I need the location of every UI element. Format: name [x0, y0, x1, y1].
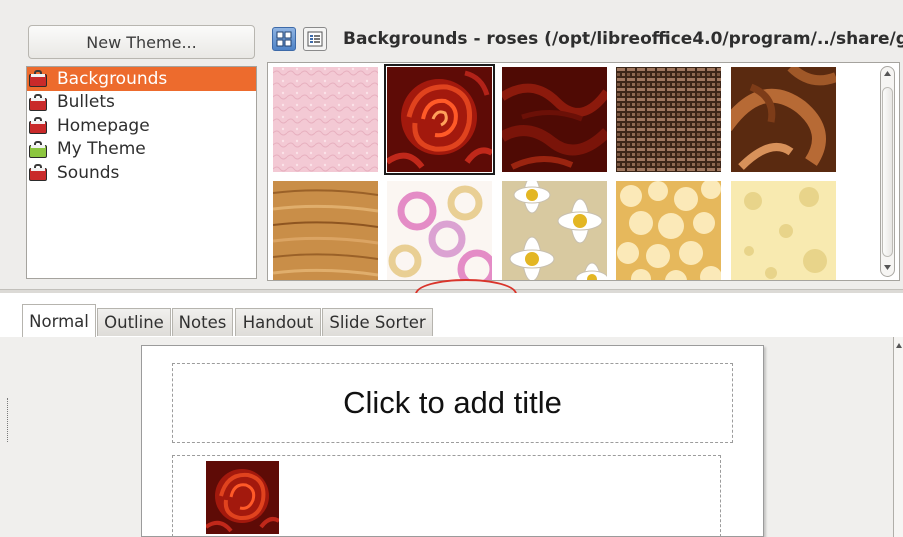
scroll-down-icon[interactable]	[884, 265, 891, 271]
theme-list[interactable]: Backgrounds Bullets Homepage My Theme So…	[26, 66, 257, 279]
red-gallery-icon	[29, 70, 47, 88]
green-gallery-icon	[29, 140, 47, 158]
theme-item-label: Homepage	[57, 115, 150, 136]
thumbnail-daisies[interactable]	[502, 181, 607, 280]
icon-view-button[interactable]	[272, 27, 296, 51]
thumbnail-dark-red-marble[interactable]	[502, 67, 607, 172]
inserted-roses-image[interactable]	[206, 461, 279, 534]
theme-item-homepage[interactable]: Homepage	[27, 114, 256, 138]
tab-normal[interactable]: Normal	[22, 304, 96, 337]
thumbnail-scrollbar[interactable]	[880, 66, 895, 277]
theme-item-label: Sounds	[57, 162, 120, 183]
theme-item-bullets[interactable]: Bullets	[27, 91, 256, 115]
new-theme-button[interactable]: New Theme...	[28, 25, 255, 59]
theme-item-sounds[interactable]: Sounds	[27, 161, 256, 185]
tab-outline[interactable]: Outline	[97, 308, 171, 336]
theme-item-label: Backgrounds	[57, 68, 168, 89]
red-gallery-icon	[29, 164, 47, 182]
grid-view-icon	[276, 31, 292, 47]
ruler-marker	[7, 398, 9, 442]
gallery-item-path: Backgrounds - roses (/opt/libreoffice4.0…	[343, 29, 903, 49]
tab-slide-sorter[interactable]: Slide Sorter	[322, 308, 433, 336]
theme-item-my-theme[interactable]: My Theme	[27, 138, 256, 162]
thumbnail-cheese[interactable]	[731, 181, 836, 280]
theme-item-backgrounds[interactable]: Backgrounds	[27, 67, 256, 91]
thumbnail-popcorn[interactable]	[616, 181, 721, 280]
gallery-panel: New Theme... Backgrounds Bullets Homepag…	[0, 0, 903, 292]
scroll-up-icon[interactable]	[884, 71, 891, 77]
editor-vertical-scrollbar[interactable]	[893, 337, 903, 537]
theme-item-label: Bullets	[57, 92, 115, 113]
thumbnail-chocolate-swirl[interactable]	[731, 67, 836, 172]
title-placeholder[interactable]: Click to add title	[172, 363, 733, 443]
red-gallery-icon	[29, 93, 47, 111]
thumbnail-wood-grain[interactable]	[273, 181, 378, 280]
scroll-up-icon[interactable]	[896, 343, 902, 348]
theme-item-label: My Theme	[57, 139, 146, 160]
red-gallery-icon	[29, 117, 47, 135]
gallery-thumbnails[interactable]	[267, 62, 900, 281]
tab-notes[interactable]: Notes	[172, 308, 233, 336]
list-view-icon	[307, 31, 323, 47]
scroll-thumb[interactable]	[882, 87, 893, 257]
tab-handout[interactable]: Handout	[235, 308, 321, 336]
thumbnail-pink-circles[interactable]	[387, 181, 492, 280]
roses-picture	[206, 461, 279, 534]
thumbnail-roses[interactable]	[384, 64, 495, 175]
thumbnail-pink-paper[interactable]	[273, 67, 378, 172]
detailed-view-button[interactable]	[303, 27, 327, 51]
thumbnail-woven-basket[interactable]	[616, 67, 721, 172]
